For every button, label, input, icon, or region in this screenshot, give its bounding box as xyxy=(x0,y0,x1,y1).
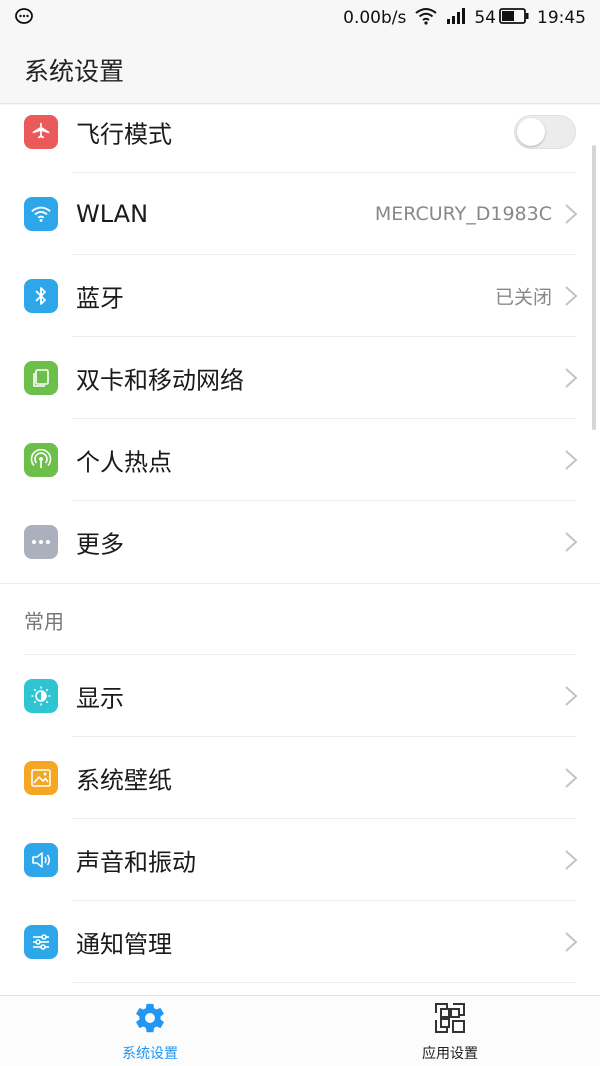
sound-icon xyxy=(24,843,58,877)
chevron-right-icon xyxy=(565,532,578,552)
chevron-right-icon xyxy=(565,850,578,870)
gear-icon xyxy=(133,1001,167,1039)
network-speed: 0.00b/s xyxy=(343,8,407,28)
nav-label: 应用设置 xyxy=(422,1045,478,1062)
bottom-navigation: 系统设置 应用设置 xyxy=(0,995,600,1066)
section-header-common: 常用 xyxy=(0,583,600,655)
nav-label: 系统设置 xyxy=(122,1045,178,1062)
section-title: 常用 xyxy=(24,609,64,633)
status-bar: 0.00b/s 54 19:45 xyxy=(0,0,600,36)
app-header: 系统设置 xyxy=(0,36,600,104)
bluetooth-icon xyxy=(24,279,58,313)
settings-item-label: 双卡和移动网络 xyxy=(76,366,244,395)
chevron-right-icon xyxy=(565,450,578,470)
more-icon xyxy=(24,525,58,559)
airplane-icon xyxy=(24,115,58,149)
display-icon xyxy=(24,679,58,713)
wlan-network-name: MERCURY_D1983C xyxy=(374,203,552,225)
wifi-signal-icon xyxy=(414,7,438,30)
settings-item-airplane-mode[interactable]: 飞行模式 xyxy=(0,105,600,173)
notification-icon xyxy=(24,925,58,959)
message-bubble-icon xyxy=(14,7,34,30)
cellular-signal-icon xyxy=(446,7,466,30)
hotspot-icon xyxy=(24,443,58,477)
scrollbar[interactable] xyxy=(592,145,596,430)
chevron-right-icon xyxy=(565,768,578,788)
page-title: 系统设置 xyxy=(24,56,125,86)
chevron-right-icon xyxy=(565,686,578,706)
chevron-right-icon xyxy=(565,368,578,388)
sim-card-icon xyxy=(24,361,58,395)
wallpaper-icon xyxy=(24,761,58,795)
divider xyxy=(72,982,576,983)
settings-item-sound[interactable]: 声音和振动 xyxy=(0,819,600,901)
clock: 19:45 xyxy=(537,8,586,28)
settings-item-label: 飞行模式 xyxy=(76,120,172,149)
settings-item-label: 个人热点 xyxy=(76,448,172,477)
nav-tab-system-settings[interactable]: 系统设置 xyxy=(0,996,300,1066)
bluetooth-status: 已关闭 xyxy=(494,286,552,309)
settings-item-label: 声音和振动 xyxy=(76,848,196,877)
settings-item-notification[interactable]: 通知管理 xyxy=(0,901,600,983)
toggle-knob xyxy=(517,118,545,146)
chevron-right-icon xyxy=(565,204,578,224)
airplane-mode-toggle[interactable] xyxy=(514,115,576,149)
settings-item-label: 蓝牙 xyxy=(76,284,124,313)
battery-icon xyxy=(499,7,529,29)
settings-item-dual-sim[interactable]: 双卡和移动网络 xyxy=(0,337,600,419)
settings-item-wallpaper[interactable]: 系统壁纸 xyxy=(0,737,600,819)
settings-item-label: WLAN xyxy=(76,200,149,228)
nav-tab-app-settings[interactable]: 应用设置 xyxy=(300,996,600,1066)
settings-item-label: 显示 xyxy=(76,684,124,713)
app-grid-icon xyxy=(433,1001,467,1039)
chevron-right-icon xyxy=(565,286,578,306)
settings-item-label: 系统壁纸 xyxy=(76,766,172,795)
settings-item-more[interactable]: 更多 xyxy=(0,501,600,583)
settings-list[interactable]: 飞行模式 WLAN MERCURY_D1983C 蓝牙 已关闭 双卡和移动网络 … xyxy=(0,105,600,995)
settings-item-label: 通知管理 xyxy=(76,930,172,959)
settings-item-wlan[interactable]: WLAN MERCURY_D1983C xyxy=(0,173,600,255)
settings-item-display[interactable]: 显示 xyxy=(0,655,600,737)
chevron-right-icon xyxy=(565,932,578,952)
wifi-icon xyxy=(24,197,58,231)
battery-level: 54 xyxy=(474,8,496,28)
settings-item-hotspot[interactable]: 个人热点 xyxy=(0,419,600,501)
settings-item-bluetooth[interactable]: 蓝牙 已关闭 xyxy=(0,255,600,337)
settings-item-label: 更多 xyxy=(76,530,124,559)
